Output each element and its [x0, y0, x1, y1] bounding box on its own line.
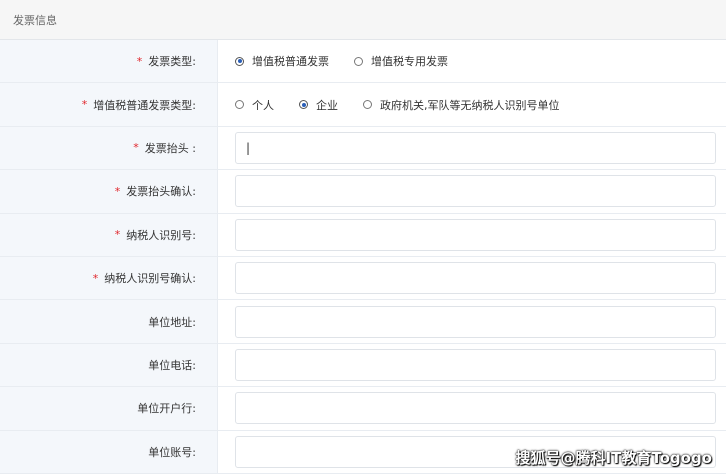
radio-label: 企业	[316, 98, 338, 112]
taxpayer-id-confirm-input[interactable]	[235, 262, 716, 295]
radio-label: 增值税专用发票	[371, 55, 448, 69]
radio-label: 个人	[252, 98, 274, 112]
field-cell: 个人 企业 政府机关,军队等无纳税人识别号单位	[218, 83, 726, 125]
field-label: 单位地址:	[148, 315, 196, 329]
field-label-cell: 单位电话:	[0, 343, 218, 387]
required-marker: *	[133, 141, 139, 155]
company-address-input[interactable]	[235, 305, 716, 338]
field-label: 纳税人识别号确认:	[104, 272, 196, 286]
company-phone-input[interactable]	[235, 348, 716, 381]
radio-enterprise[interactable]: 企业	[299, 97, 338, 113]
field-label-cell: * 发票抬头 :	[0, 126, 218, 170]
section-header: 发票信息	[0, 0, 726, 40]
field-label: 发票抬头确认:	[126, 185, 196, 199]
field-label: 发票抬头 :	[144, 141, 196, 155]
form-row-company-phone: 单位电话:	[0, 343, 726, 388]
radio-unchecked-icon[interactable]	[363, 100, 372, 110]
field-cell	[218, 387, 726, 429]
section-title: 发票信息	[13, 13, 57, 27]
field-label-cell: * 纳税人识别号:	[0, 213, 218, 256]
form-row-invoice-title: * 发票抬头 :	[0, 126, 726, 171]
field-label-cell: * 发票类型:	[0, 40, 218, 83]
form-row-company-address: 单位地址:	[0, 300, 726, 344]
radio-label: 政府机关,军队等无纳税人识别号单位	[380, 98, 560, 112]
radio-checked-icon[interactable]	[299, 100, 308, 110]
radio-government-military[interactable]: 政府机关,军队等无纳税人识别号单位	[363, 97, 560, 113]
company-bank-input[interactable]	[235, 392, 716, 425]
field-cell	[218, 170, 726, 212]
required-marker: *	[81, 98, 88, 112]
field-label-cell: * 发票抬头确认:	[0, 170, 218, 213]
field-cell	[218, 214, 726, 256]
form-row-normal-invoice-type: * 增值税普通发票类型: 个人 企业 政府机关,军队等无纳税人识别号单位	[0, 83, 726, 127]
field-label: 增值税普通发票类型:	[93, 98, 196, 112]
field-cell	[218, 257, 726, 299]
field-label-cell: 单位开户行:	[0, 387, 218, 430]
required-marker: *	[114, 184, 121, 198]
field-label: 单位账号:	[148, 445, 196, 459]
required-marker: *	[136, 54, 143, 68]
radio-individual[interactable]: 个人	[235, 97, 274, 113]
field-cell: 增值税普通发票 增值税专用发票	[218, 40, 726, 82]
field-label: 单位开户行:	[137, 402, 196, 416]
invoice-form: * 发票类型: 增值税普通发票 增值税专用发票 * 增值税普通发票类型: 个人 …	[0, 40, 726, 474]
field-label: 单位电话:	[148, 358, 196, 372]
normal-invoice-type-radio-group: 个人 企业 政府机关,军队等无纳税人识别号单位	[235, 97, 585, 113]
invoice-title-confirm-input[interactable]	[235, 175, 716, 208]
radio-checked-icon[interactable]	[235, 56, 244, 66]
taxpayer-id-input[interactable]	[235, 218, 716, 251]
field-cell	[218, 344, 726, 386]
form-row-invoice-title-confirm: * 发票抬头确认:	[0, 170, 726, 214]
radio-vat-special-invoice[interactable]: 增值税专用发票	[354, 53, 448, 69]
field-label-cell: * 纳税人识别号确认:	[0, 256, 218, 300]
form-row-company-bank: 单位开户行:	[0, 387, 726, 431]
radio-unchecked-icon[interactable]	[354, 56, 363, 66]
form-row-taxpayer-id-confirm: * 纳税人识别号确认:	[0, 256, 726, 301]
radio-vat-normal-invoice[interactable]: 增值税普通发票	[235, 53, 329, 69]
field-cell	[218, 300, 726, 342]
watermark: 搜狐号@腾科IT教育Togogo	[515, 449, 712, 467]
field-label: 发票类型:	[148, 55, 196, 69]
form-row-taxpayer-id: * 纳税人识别号:	[0, 213, 726, 257]
invoice-type-radio-group: 增值税普通发票 增值税专用发票	[235, 53, 473, 69]
required-marker: *	[92, 271, 99, 285]
field-label-cell: 单位地址:	[0, 300, 218, 343]
field-label-cell: 单位账号:	[0, 430, 218, 473]
form-row-invoice-type: * 发票类型: 增值税普通发票 增值税专用发票	[0, 40, 726, 84]
field-label: 纳税人识别号:	[126, 228, 196, 242]
radio-unchecked-icon[interactable]	[235, 100, 244, 110]
required-marker: *	[114, 228, 121, 242]
invoice-title-input[interactable]	[235, 131, 716, 164]
radio-label: 增值税普通发票	[252, 55, 329, 69]
field-label-cell: * 增值税普通发票类型:	[0, 83, 218, 126]
field-cell	[218, 127, 726, 169]
